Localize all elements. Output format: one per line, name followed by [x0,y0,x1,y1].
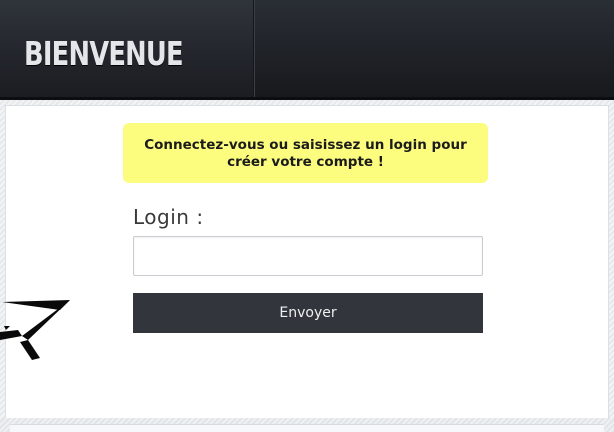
login-label: Login : [133,205,204,229]
bottom-strip [10,424,604,432]
header-right-panel [255,0,614,97]
hand-drawn-arrow-icon [0,300,70,360]
page-title: BIENVENUE [24,34,184,73]
notice-text: Connectez-vous ou saisissez un login pou… [144,137,467,170]
header-bar: BIENVENUE [0,0,614,100]
login-input[interactable] [133,236,483,276]
submit-button[interactable]: Envoyer [133,293,483,333]
notice-banner: Connectez-vous ou saisissez un login pou… [123,123,488,183]
page: BIENVENUE Connectez-vous ou saisissez un… [0,0,614,432]
